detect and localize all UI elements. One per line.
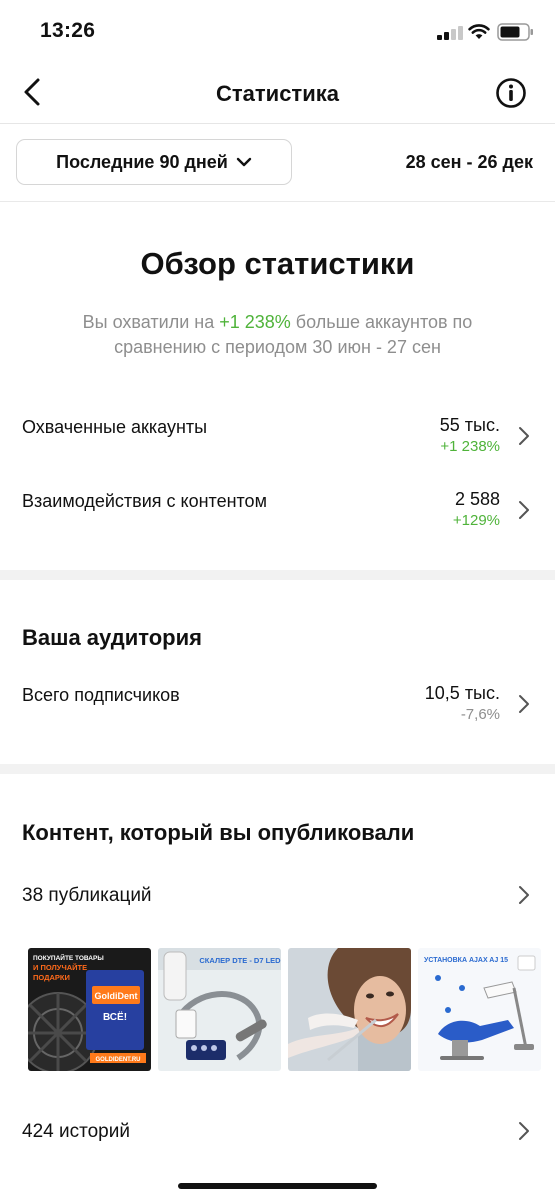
info-icon[interactable] — [495, 77, 527, 109]
post-thumbnail[interactable]: СКАЛЕР DTE - D7 LED — [158, 948, 281, 1071]
nav-bar: Статистика — [0, 62, 555, 124]
row-value: 10,5 тыс. — [424, 683, 500, 703]
content-interactions-row[interactable]: Взаимодействия с контентом 2 588 +129% — [0, 482, 555, 542]
period-label: Последние 90 дней — [56, 151, 228, 172]
post-thumbnail[interactable]: УСТАНОВКА AJAX AJ 15 — [418, 948, 541, 1071]
chevron-right-icon — [519, 695, 529, 713]
cellular-signal-icon — [437, 26, 463, 40]
status-bar: 13:26 — [0, 0, 555, 62]
promo-line-3: ПОДАРКИ — [33, 973, 70, 982]
chevron-right-icon — [519, 427, 529, 445]
section-divider — [0, 764, 555, 774]
overview-subtitle: Вы охватили на +1 238% больше аккаунтов … — [60, 310, 495, 360]
status-time: 13:26 — [40, 19, 96, 42]
product-title: СКАЛЕР DTE - D7 LED — [199, 956, 281, 965]
period-selector-button[interactable]: Последние 90 дней — [16, 139, 292, 185]
filter-row: Последние 90 дней 28 сен - 26 дек — [0, 124, 555, 202]
goldident-promo-image: GoldiDent ВСЁ! ПОКУПАЙТЕ ТОВАРЫ И ПОЛУЧА… — [28, 948, 151, 1071]
subtitle-prefix: Вы охватили на — [82, 312, 220, 332]
publications-row[interactable]: 38 публикаций — [0, 876, 555, 936]
row-value: 2 588 — [454, 489, 500, 509]
publications-thumbnails: GoldiDent ВСЁ! ПОКУПАЙТЕ ТОВАРЫ И ПОЛУЧА… — [28, 948, 555, 1072]
chevron-right-icon — [519, 501, 529, 519]
chevron-right-icon — [519, 886, 529, 904]
home-indicator[interactable] — [178, 1183, 377, 1189]
row-value: 55 тыс. — [439, 415, 500, 435]
row-label: Всего подписчиков — [22, 685, 180, 705]
content-title: Контент, который вы опубликовали — [22, 820, 415, 845]
wifi-icon — [468, 24, 490, 39]
bag-text: ВСЁ! — [103, 1010, 127, 1023]
scaler-product-image: СКАЛЕР DTE - D7 LED — [158, 948, 281, 1071]
battery-icon — [497, 23, 533, 41]
overview-title: Обзор статистики — [140, 246, 415, 281]
page-title: Статистика — [216, 81, 339, 106]
dentist-patient-image — [288, 948, 411, 1071]
post-thumbnail[interactable]: GoldiDent ВСЁ! ПОКУПАЙТЕ ТОВАРЫ И ПОЛУЧА… — [28, 948, 151, 1071]
post-thumbnail[interactable] — [288, 948, 411, 1071]
publications-label: 38 публикаций — [22, 885, 152, 906]
row-label: Взаимодействия с контентом — [22, 491, 267, 511]
unit-title: УСТАНОВКА AJAX AJ 15 — [424, 957, 508, 964]
row-delta: -7,6% — [460, 706, 500, 723]
chevron-down-icon — [236, 157, 252, 167]
promo-line-1: ПОКУПАЙТЕ ТОВАРЫ — [33, 953, 104, 962]
promo-line-2: И ПОЛУЧАЙТЕ — [33, 963, 87, 972]
audience-title: Ваша аудитория — [22, 625, 202, 650]
row-label: Охваченные аккаунты — [22, 417, 208, 437]
chevron-right-icon — [519, 1122, 529, 1140]
promo-footer: GOLDIDENT.RU — [96, 1057, 141, 1063]
dental-unit-image: УСТАНОВКА AJAX AJ 15 — [418, 948, 541, 1071]
subtitle-highlight: +1 238% — [219, 312, 291, 332]
date-range: 28 сен - 26 дек — [405, 152, 533, 172]
reached-accounts-row[interactable]: Охваченные аккаунты 55 тыс. +1 238% — [0, 408, 555, 468]
stories-row[interactable]: 424 историй — [0, 1112, 555, 1172]
section-divider — [0, 570, 555, 580]
brand-text: GoldiDent — [95, 991, 138, 1001]
row-delta: +1 238% — [440, 438, 500, 455]
followers-row[interactable]: Всего подписчиков 10,5 тыс. -7,6% — [0, 676, 555, 736]
row-delta: +129% — [452, 512, 500, 529]
stories-label: 424 историй — [22, 1121, 130, 1142]
